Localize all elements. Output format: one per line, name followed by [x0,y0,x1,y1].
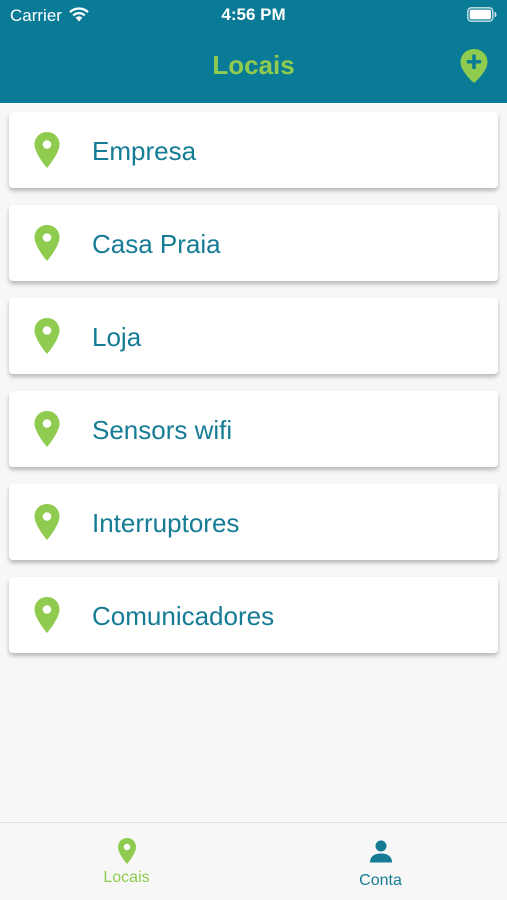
tab-conta[interactable]: Conta [254,823,507,900]
map-pin-icon [34,504,60,540]
tab-label: Conta [359,872,402,889]
map-pin-icon [34,411,60,447]
location-label: Casa Praia [92,229,221,259]
tab-label: Locais [103,869,150,886]
location-item-interruptores[interactable]: Interruptores [9,484,498,560]
location-item-sensors-wifi[interactable]: Sensors wifi [9,391,498,467]
location-item-comunicadores[interactable]: Comunicadores [9,577,498,653]
location-label: Comunicadores [92,601,275,631]
location-item-empresa[interactable]: Empresa [9,112,498,188]
map-pin-icon [34,318,60,354]
location-label: Sensors wifi [92,415,233,445]
map-pin-icon [117,838,136,864]
screen: Carrier 4:56 PM Locais Empresa Casa Prai… [0,0,507,900]
map-pin-icon [34,597,60,633]
page-title: Locais [212,50,295,80]
locations-list: Empresa Casa Praia Loja Sensors wifi Int… [9,112,498,670]
location-label: Interruptores [92,508,240,538]
location-label: Empresa [92,136,197,166]
battery-icon [467,7,497,22]
map-pin-icon [34,225,60,261]
user-icon [369,840,392,863]
add-location-button[interactable] [459,48,489,84]
navigation-header: Carrier 4:56 PM Locais [0,0,507,103]
location-item-loja[interactable]: Loja [9,298,498,374]
location-label: Loja [92,322,142,352]
location-item-casa-praia[interactable]: Casa Praia [9,205,498,281]
map-pin-icon [34,132,60,168]
map-pin-plus-icon [460,49,488,83]
status-bar: Carrier 4:56 PM [0,0,507,30]
tab-locais[interactable]: Locais [0,823,253,900]
tab-bar: Locais Conta [0,822,507,900]
status-time: 4:56 PM [221,5,286,24]
